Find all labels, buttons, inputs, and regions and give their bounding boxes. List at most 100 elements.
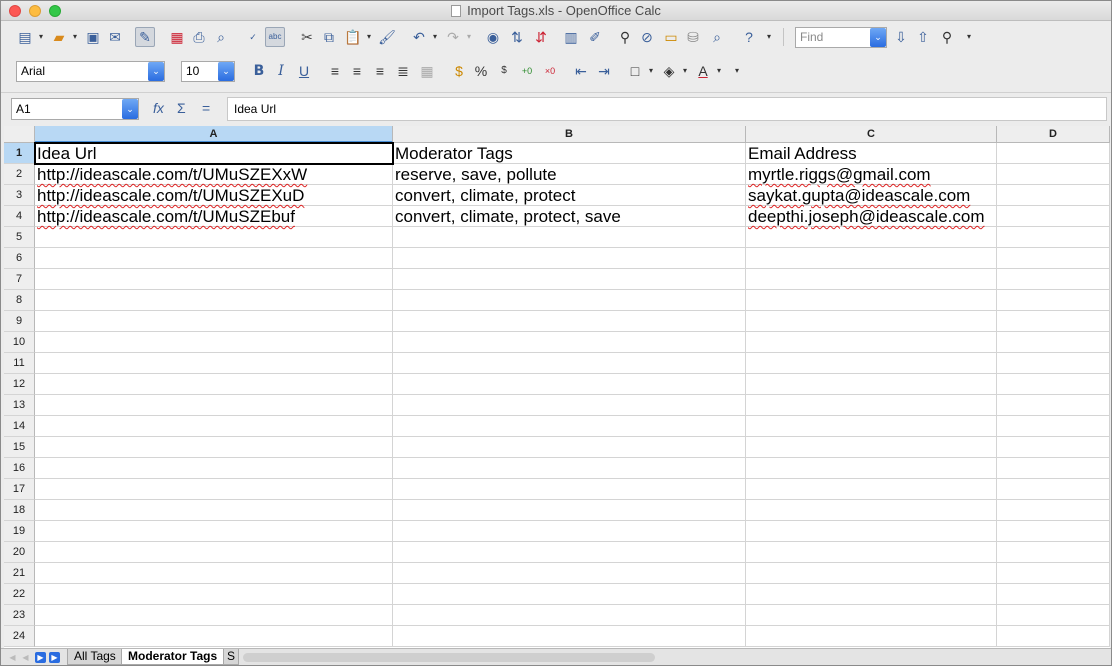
cell-b17[interactable] xyxy=(393,479,746,500)
cell-b24[interactable] xyxy=(393,626,746,647)
cell-a19[interactable] xyxy=(35,521,393,542)
cell-c6[interactable] xyxy=(746,248,997,269)
borders-icon[interactable]: □ xyxy=(625,61,645,81)
font-size-dropdown-icon[interactable]: ⌄ xyxy=(218,62,234,81)
cell-b9[interactable] xyxy=(393,311,746,332)
increase-indent-icon[interactable]: ⇥ xyxy=(594,61,614,81)
row-header-20[interactable]: 20 xyxy=(4,542,35,563)
cell-a23[interactable] xyxy=(35,605,393,626)
cell-c2[interactable]: myrtle.riggs@gmail.com xyxy=(746,164,997,185)
italic-button[interactable]: I xyxy=(271,61,291,81)
cell-d4[interactable] xyxy=(997,206,1110,227)
cell-a11[interactable] xyxy=(35,353,393,374)
row-header-17[interactable]: 17 xyxy=(4,479,35,500)
find-overflow-icon[interactable]: ▾ xyxy=(965,27,973,47)
cell-c15[interactable] xyxy=(746,437,997,458)
cell-a18[interactable] xyxy=(35,500,393,521)
cell-a3[interactable]: http://ideascale.com/t/UMuSZEXuD xyxy=(35,185,393,206)
cell-d23[interactable] xyxy=(997,605,1110,626)
cell-d17[interactable] xyxy=(997,479,1110,500)
cell-a17[interactable] xyxy=(35,479,393,500)
cell-d10[interactable] xyxy=(997,332,1110,353)
cell-d15[interactable] xyxy=(997,437,1110,458)
cell-b3[interactable]: convert, climate, protect xyxy=(393,185,746,206)
row-header-3[interactable]: 3 xyxy=(4,185,35,206)
paste-icon[interactable]: 📋 xyxy=(343,27,363,47)
cell-a1[interactable]: Idea Url xyxy=(34,142,394,165)
row-header-23[interactable]: 23 xyxy=(4,605,35,626)
row-header-13[interactable]: 13 xyxy=(4,395,35,416)
print-icon[interactable]: ⎙ xyxy=(189,27,209,47)
find-dropdown-icon[interactable]: ⌄ xyxy=(870,28,886,47)
row-header-22[interactable]: 22 xyxy=(4,584,35,605)
cell-d14[interactable] xyxy=(997,416,1110,437)
navigator-icon[interactable]: ⊘ xyxy=(637,27,657,47)
cell-c11[interactable] xyxy=(746,353,997,374)
row-header-16[interactable]: 16 xyxy=(4,458,35,479)
column-header-d[interactable]: D xyxy=(997,126,1110,143)
cell-a20[interactable] xyxy=(35,542,393,563)
spellcheck-icon[interactable]: ✓ xyxy=(243,27,263,47)
cell-d7[interactable] xyxy=(997,269,1110,290)
cell-a2[interactable]: http://ideascale.com/t/UMuSZEXxW xyxy=(35,164,393,185)
cell-a7[interactable] xyxy=(35,269,393,290)
cell-b1[interactable]: Moderator Tags xyxy=(393,143,746,164)
cell-b5[interactable] xyxy=(393,227,746,248)
cell-a22[interactable] xyxy=(35,584,393,605)
cell-d21[interactable] xyxy=(997,563,1110,584)
data-sources-icon[interactable]: ⛁ xyxy=(683,27,703,47)
gallery-icon[interactable]: ▭ xyxy=(661,27,681,47)
cell-c9[interactable] xyxy=(746,311,997,332)
cell-d16[interactable] xyxy=(997,458,1110,479)
sum-icon[interactable]: Σ xyxy=(177,100,186,116)
cell-b18[interactable] xyxy=(393,500,746,521)
formula-input[interactable]: Idea Url xyxy=(227,97,1107,121)
open-folder-icon[interactable]: ▰ xyxy=(49,27,69,47)
row-header-24[interactable]: 24 xyxy=(4,626,35,647)
cell-d20[interactable] xyxy=(997,542,1110,563)
new-document-icon[interactable]: ▤ xyxy=(15,27,35,47)
first-sheet-icon[interactable]: ◀ xyxy=(7,652,18,663)
background-color-icon[interactable]: ◈ xyxy=(659,61,679,81)
cell-d19[interactable] xyxy=(997,521,1110,542)
clone-formatting-icon[interactable]: 🖌 xyxy=(377,27,397,47)
column-header-a[interactable]: A xyxy=(35,126,393,143)
undo-icon[interactable]: ↶ xyxy=(409,27,429,47)
copy-icon[interactable]: ⧉ xyxy=(319,27,339,47)
cell-d18[interactable] xyxy=(997,500,1110,521)
cell-a16[interactable] xyxy=(35,458,393,479)
row-header-1[interactable]: 1 xyxy=(4,143,35,164)
cell-c4[interactable]: deepthi.joseph@ideascale.com xyxy=(746,206,997,227)
function-wizard-icon[interactable]: fx xyxy=(153,100,164,116)
borders-dropdown-icon[interactable]: ▾ xyxy=(647,61,655,81)
show-draw-functions-icon[interactable]: ✐ xyxy=(585,27,605,47)
cell-c13[interactable] xyxy=(746,395,997,416)
justify-icon[interactable]: ≣ xyxy=(393,61,413,81)
add-decimal-icon[interactable]: +0 xyxy=(517,61,537,81)
cell-c16[interactable] xyxy=(746,458,997,479)
align-center-icon[interactable]: ≡ xyxy=(347,61,367,81)
next-sheet-icon[interactable]: ▶ xyxy=(35,652,46,663)
column-header-c[interactable]: C xyxy=(746,126,997,143)
font-color-icon[interactable]: A xyxy=(693,61,713,81)
cell-c24[interactable] xyxy=(746,626,997,647)
row-header-10[interactable]: 10 xyxy=(4,332,35,353)
email-icon[interactable]: ✉ xyxy=(105,27,125,47)
cell-a8[interactable] xyxy=(35,290,393,311)
row-header-9[interactable]: 9 xyxy=(4,311,35,332)
cell-d3[interactable] xyxy=(997,185,1110,206)
cell-c12[interactable] xyxy=(746,374,997,395)
redo-icon[interactable]: ↷ xyxy=(443,27,463,47)
name-box-dropdown-icon[interactable]: ⌄ xyxy=(122,99,138,119)
cell-d12[interactable] xyxy=(997,374,1110,395)
sort-descending-icon[interactable]: ⇵ xyxy=(531,27,551,47)
font-color-dropdown-icon[interactable]: ▾ xyxy=(715,61,723,81)
chart-icon[interactable]: ▥ xyxy=(561,27,581,47)
autospellcheck-icon[interactable]: abc xyxy=(265,27,285,47)
cell-b19[interactable] xyxy=(393,521,746,542)
sheet-tab-moderator-tags[interactable]: Moderator Tags xyxy=(121,649,225,665)
edit-mode-icon[interactable]: ✎ xyxy=(135,27,155,47)
row-header-7[interactable]: 7 xyxy=(4,269,35,290)
cell-c21[interactable] xyxy=(746,563,997,584)
cell-d5[interactable] xyxy=(997,227,1110,248)
